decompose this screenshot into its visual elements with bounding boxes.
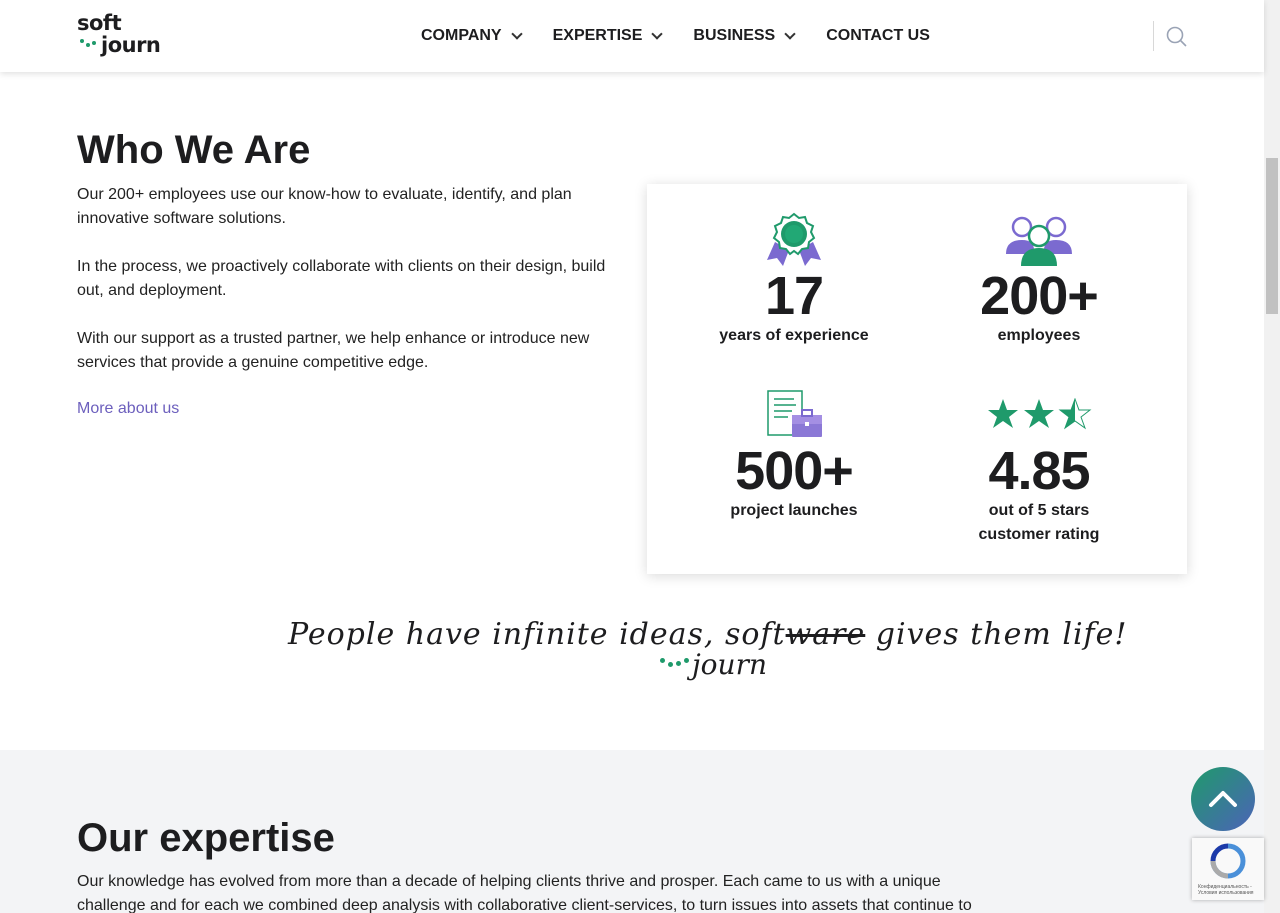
stat-rating-text: 4.85 out of 5 stars customer rating (919, 443, 1159, 547)
stat-years-text: 17 years of experience (674, 268, 914, 348)
stat-rating-number: 4.85 (988, 441, 1090, 501)
chevron-up-icon (1209, 791, 1237, 807)
search-icon[interactable] (1166, 26, 1187, 47)
stat-rating-label-2: customer rating (978, 526, 1100, 543)
stat-employees-text: 200+ employees (919, 268, 1159, 348)
logo-text-bottom: journ (101, 33, 161, 57)
scrollbar-thumb[interactable] (1266, 158, 1278, 314)
expertise-heading: Our expertise (77, 816, 335, 860)
nav-divider (1153, 21, 1154, 51)
stars-rating-icon (988, 398, 1092, 430)
main-nav: COMPANY EXPERTISE BUSINESS CONTACT US (421, 26, 962, 46)
more-about-us-link[interactable]: More about us (77, 400, 179, 418)
stat-projects-text: 500+ project launches (674, 443, 914, 523)
nav-expertise-label: EXPERTISE (552, 27, 643, 44)
nav-contact-us[interactable]: CONTACT US (826, 26, 930, 46)
nav-expertise[interactable]: EXPERTISE (552, 26, 664, 46)
quote-journ: journ (692, 648, 767, 681)
people-group-icon (1006, 216, 1072, 266)
document-briefcase-icon (767, 390, 822, 437)
nav-company[interactable]: COMPANY (421, 26, 523, 46)
nav-company-label: COMPANY (421, 27, 502, 44)
quote-part-1: People have infinite ideas, soft (288, 617, 786, 652)
site-header: soft journ COMPANY EXPERTISE BUSINESS CO… (0, 0, 1264, 72)
chevron-down-icon (651, 27, 664, 40)
who-paragraph-1: Our 200+ employees use our know-how to e… (77, 186, 572, 227)
expertise-paragraph: Our knowledge has evolved from more than… (77, 873, 972, 913)
stat-employees-label: employees (997, 327, 1081, 344)
chevron-down-icon (784, 27, 796, 40)
stat-projects-number: 500+ (735, 441, 854, 501)
nav-business-label: BUSINESS (693, 27, 776, 44)
page-scrollbar[interactable] (1264, 0, 1280, 913)
stat-projects-label: project launches (730, 502, 858, 519)
who-we-are-heading: Who We Are (77, 128, 311, 172)
logo[interactable]: soft journ (77, 12, 167, 62)
chevron-down-icon (510, 27, 523, 40)
quote-struck-word: ware (785, 617, 866, 652)
expertise-section: Our expertise Our knowledge has evolved … (0, 750, 1264, 913)
quote-part-2: gives them life! (865, 617, 1128, 652)
recaptcha-badge[interactable]: Конфиденциальность - Условия использован… (1192, 838, 1264, 900)
tagline-quote: People have infinite ideas, software giv… (288, 617, 1127, 652)
nav-business[interactable]: BUSINESS (693, 26, 796, 46)
scroll-to-top-button[interactable] (1191, 767, 1255, 831)
stat-rating-label: out of 5 stars (988, 502, 1090, 519)
recaptcha-icon (1210, 843, 1246, 879)
stats-card: 17 years of experience 200+ employees 50… (647, 184, 1187, 574)
award-ribbon-icon (767, 212, 821, 266)
who-paragraph-3: With our support as a trusted partner, w… (77, 330, 590, 371)
recaptcha-text: Конфиденциальность - Условия использован… (1198, 884, 1254, 896)
stat-employees-number: 200+ (980, 266, 1099, 326)
nav-contact-label: CONTACT US (826, 27, 930, 44)
who-paragraph-2: In the process, we proactively collabora… (77, 258, 606, 299)
stat-years-label: years of experience (719, 327, 869, 344)
logo-text-top: soft (77, 11, 122, 35)
stat-years-number: 17 (764, 266, 824, 326)
